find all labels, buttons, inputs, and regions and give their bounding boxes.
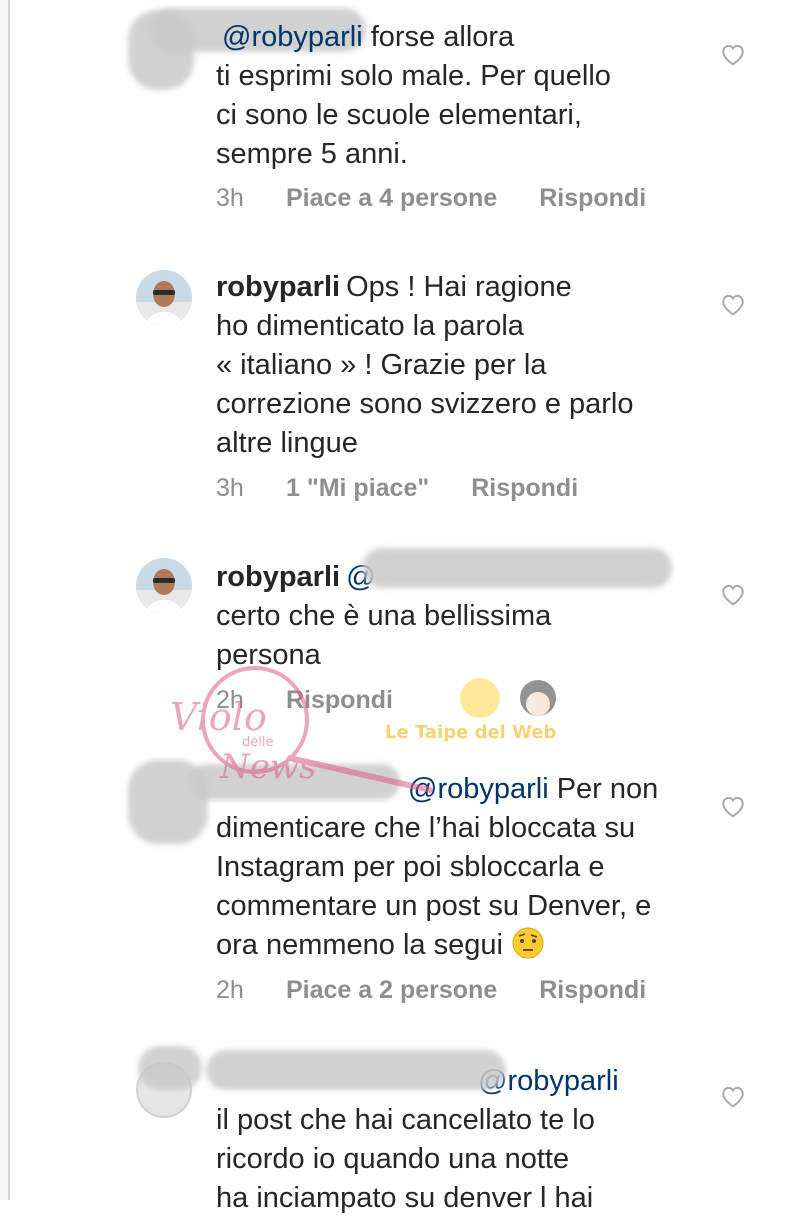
reply-button[interactable]: Rispondi [471,474,578,503]
like-heart-icon[interactable] [720,794,746,818]
comment-likes-link[interactable]: Piace a 4 persone [286,184,497,213]
comment-mention[interactable]: @robyparli [222,21,363,53]
avatar[interactable] [136,270,192,326]
comment-time: 2h [216,976,244,1004]
like-heart-icon[interactable] [720,582,746,606]
reply-button[interactable]: Rispondi [286,686,393,715]
comment-body: @robyparli Per non dimenticare che l’hai… [216,770,696,965]
redacted-username [206,1050,506,1090]
reply-button[interactable]: Rispondi [539,184,646,213]
watermark-tagline: Le Taipe del Web [385,722,557,743]
comment-meta: 3h 1 "Mi piace" Rispondi [216,474,578,503]
redacted-mention [362,548,672,588]
comment-body: robyparli Ops ! Hai ragione ho dimenticat… [216,268,696,463]
comment-text: il post che hai cancellato te lo ricordo… [216,1104,595,1214]
comment-text: certo che è una bellissima persona [216,600,552,671]
comment-time: 2h [216,686,244,714]
like-heart-icon[interactable] [720,1084,746,1108]
watermark-line2: delle [242,735,273,750]
avatar[interactable] [136,558,192,614]
comment-username[interactable]: robyparli [216,271,340,303]
comment-time: 3h [216,184,244,212]
like-heart-icon[interactable] [720,292,746,316]
comment-likes-link[interactable]: Piace a 2 persone [286,976,497,1005]
comment-time: 3h [216,474,244,502]
comment-body: @robyparli forse allora ti esprimi solo … [216,18,696,174]
comment-mention[interactable]: @robyparli [408,773,549,805]
comment-meta: 2h Piace a 2 persone Rispondi [216,976,646,1005]
screen-left-edge [0,0,10,1200]
reply-button[interactable]: Rispondi [539,976,646,1005]
comment-likes-link[interactable]: 1 "Mi piace" [286,474,429,503]
raised-eyebrow-emoji-icon [511,926,545,960]
like-heart-icon[interactable] [720,42,746,66]
comment-meta: 3h Piace a 4 persone Rispondi [216,184,646,213]
comment-username[interactable]: robyparli [216,561,340,593]
comment-meta: 2h Rispondi [216,686,393,715]
redacted-avatar [138,1046,202,1090]
